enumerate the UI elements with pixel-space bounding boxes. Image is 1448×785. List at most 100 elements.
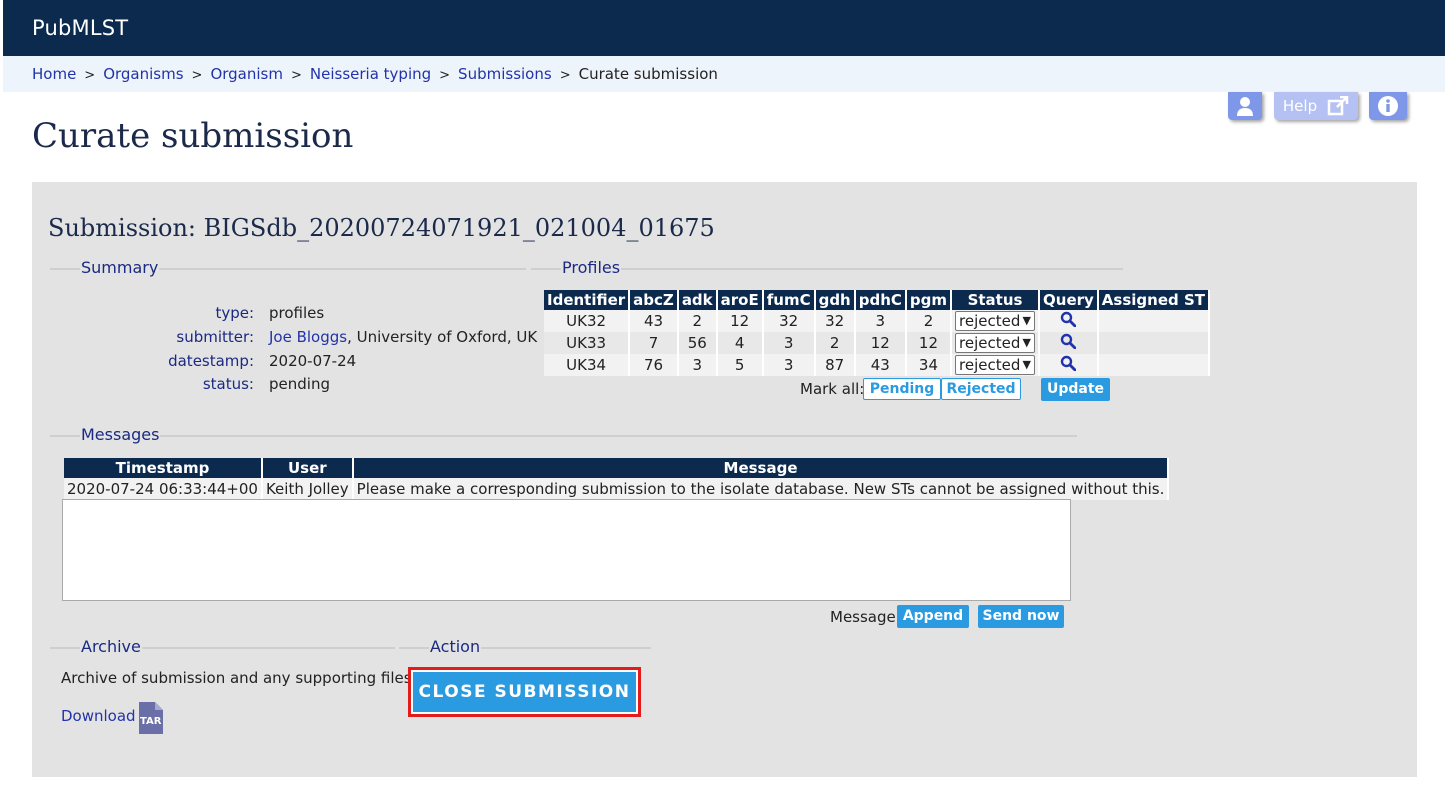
- column-header: adk: [677, 290, 718, 310]
- breadcrumb-organism[interactable]: Organism: [210, 65, 283, 83]
- allele-cell: 32: [762, 310, 816, 332]
- close-submission-button[interactable]: CLOSE SUBMISSION: [408, 667, 641, 717]
- allele-cell: 32: [814, 310, 856, 332]
- assigned-st-cell: [1097, 310, 1211, 332]
- column-header: pdhC: [854, 290, 907, 310]
- mark-all-rejected-button[interactable]: Rejected: [941, 378, 1021, 400]
- mark-all-label: Mark all:: [800, 380, 865, 398]
- column-header: Timestamp: [64, 458, 263, 478]
- type-value: profiles: [269, 304, 325, 322]
- column-header: User: [261, 458, 354, 478]
- archive-heading: Archive: [80, 637, 142, 656]
- column-header: aroE: [716, 290, 764, 310]
- toolbar: Help: [1224, 92, 1414, 122]
- query-cell: [1039, 354, 1099, 376]
- allele-cell: 43: [629, 310, 679, 332]
- allele-cell: 7: [629, 332, 679, 354]
- column-header: fumC: [762, 290, 816, 310]
- action-heading: Action: [429, 637, 482, 656]
- status-select[interactable]: rejected ▼: [955, 333, 1036, 353]
- submitter-org: , University of Oxford, UK: [347, 328, 538, 346]
- status-select-value: rejected: [959, 312, 1021, 330]
- profile-row: UK33 7 56 4 3 2 12 12 rejected ▼: [544, 332, 1211, 354]
- breadcrumb-separator: >: [290, 68, 302, 83]
- submitter-value: Joe Bloggs, University of Oxford, UK: [269, 328, 537, 346]
- chevron-down-icon: ▼: [1022, 358, 1032, 371]
- allele-cell: 3: [854, 310, 907, 332]
- column-header: pgm: [905, 290, 953, 310]
- column-header: gdh: [814, 290, 856, 310]
- allele-cell: 3: [677, 354, 718, 376]
- allele-cell: 2: [677, 310, 718, 332]
- query-cell: [1039, 332, 1099, 354]
- update-button[interactable]: Update: [1041, 378, 1110, 401]
- breadcrumb-separator: >: [84, 68, 96, 83]
- profile-id: UK32: [544, 310, 631, 332]
- search-icon[interactable]: [1060, 355, 1077, 372]
- query-cell: [1039, 310, 1099, 332]
- message-textarea[interactable]: [62, 499, 1071, 601]
- user-button[interactable]: [1228, 92, 1262, 120]
- assigned-st-cell: [1097, 354, 1211, 376]
- column-header: abcZ: [629, 290, 679, 310]
- download-link[interactable]: Download: [61, 707, 136, 725]
- archive-text: Archive of submission and any supporting…: [61, 669, 417, 687]
- allele-cell: 2: [905, 310, 953, 332]
- allele-cell: 3: [762, 354, 816, 376]
- submitter-link[interactable]: Joe Bloggs: [269, 328, 347, 346]
- column-header: Assigned ST: [1097, 290, 1211, 310]
- user-icon: [1237, 97, 1253, 116]
- allele-cell: 5: [716, 354, 764, 376]
- site-header: PubMLST: [3, 0, 1445, 56]
- breadcrumb-neisseria-typing[interactable]: Neisseria typing: [310, 65, 431, 83]
- search-icon[interactable]: [1060, 311, 1077, 328]
- send-now-button[interactable]: Send now: [978, 605, 1064, 628]
- profile-id: UK34: [544, 354, 631, 376]
- message-user: Keith Jolley: [261, 478, 354, 500]
- info-icon: [1378, 96, 1398, 116]
- assigned-st-cell: [1097, 332, 1211, 354]
- site-brand[interactable]: PubMLST: [32, 16, 128, 40]
- breadcrumb-submissions[interactable]: Submissions: [458, 65, 552, 83]
- status-select[interactable]: rejected ▼: [955, 355, 1036, 375]
- messages-table: Timestamp User Message 2020-07-24 06:33:…: [64, 458, 1170, 500]
- allele-cell: 4: [716, 332, 764, 354]
- profile-row: UK32 43 2 12 32 32 3 2 rejected ▼: [544, 310, 1211, 332]
- archive-fieldset: Archive: [50, 637, 395, 657]
- profile-id: UK33: [544, 332, 631, 354]
- column-header: Query: [1039, 290, 1099, 310]
- help-label: Help: [1282, 97, 1318, 115]
- message-row: 2020-07-24 06:33:44+00 Keith Jolley Plea…: [64, 478, 1170, 500]
- column-header: Identifier: [544, 290, 631, 310]
- allele-cell: 12: [716, 310, 764, 332]
- status-value: pending: [269, 375, 330, 393]
- breadcrumb-separator: >: [559, 68, 571, 83]
- profiles-table: Identifier abcZ adk aroE fumC gdh pdhC p…: [544, 290, 1211, 376]
- status-cell: rejected ▼: [951, 310, 1041, 332]
- profile-row: UK34 76 3 5 3 87 43 34 rejected ▼: [544, 354, 1211, 376]
- breadcrumb-current: Curate submission: [578, 65, 718, 83]
- close-submission-label: CLOSE SUBMISSION: [413, 672, 636, 712]
- breadcrumb-home[interactable]: Home: [32, 65, 76, 83]
- datestamp-value: 2020-07-24: [269, 352, 357, 370]
- info-button[interactable]: [1369, 92, 1407, 120]
- allele-cell: 2: [814, 332, 856, 354]
- submitter-label: submitter:: [176, 328, 254, 346]
- status-cell: rejected ▼: [951, 354, 1041, 376]
- column-header: Message: [352, 458, 1170, 478]
- help-button[interactable]: Help: [1274, 92, 1358, 120]
- append-button[interactable]: Append: [897, 605, 969, 628]
- summary-list: type: profiles submitter: Joe Bloggs, Un…: [32, 302, 537, 402]
- summary-heading: Summary: [80, 258, 160, 277]
- summary-fieldset: Summary: [50, 258, 526, 278]
- column-header: Status: [951, 290, 1041, 310]
- allele-cell: 43: [854, 354, 907, 376]
- mark-all-pending-button[interactable]: Pending: [863, 378, 941, 400]
- status-select[interactable]: rejected ▼: [955, 311, 1036, 331]
- search-icon[interactable]: [1060, 333, 1077, 350]
- messages-heading: Messages: [80, 425, 161, 444]
- breadcrumb-organisms[interactable]: Organisms: [103, 65, 183, 83]
- external-link-icon: [1327, 96, 1349, 116]
- message-timestamp: 2020-07-24 06:33:44+00: [64, 478, 263, 500]
- status-cell: rejected ▼: [951, 332, 1041, 354]
